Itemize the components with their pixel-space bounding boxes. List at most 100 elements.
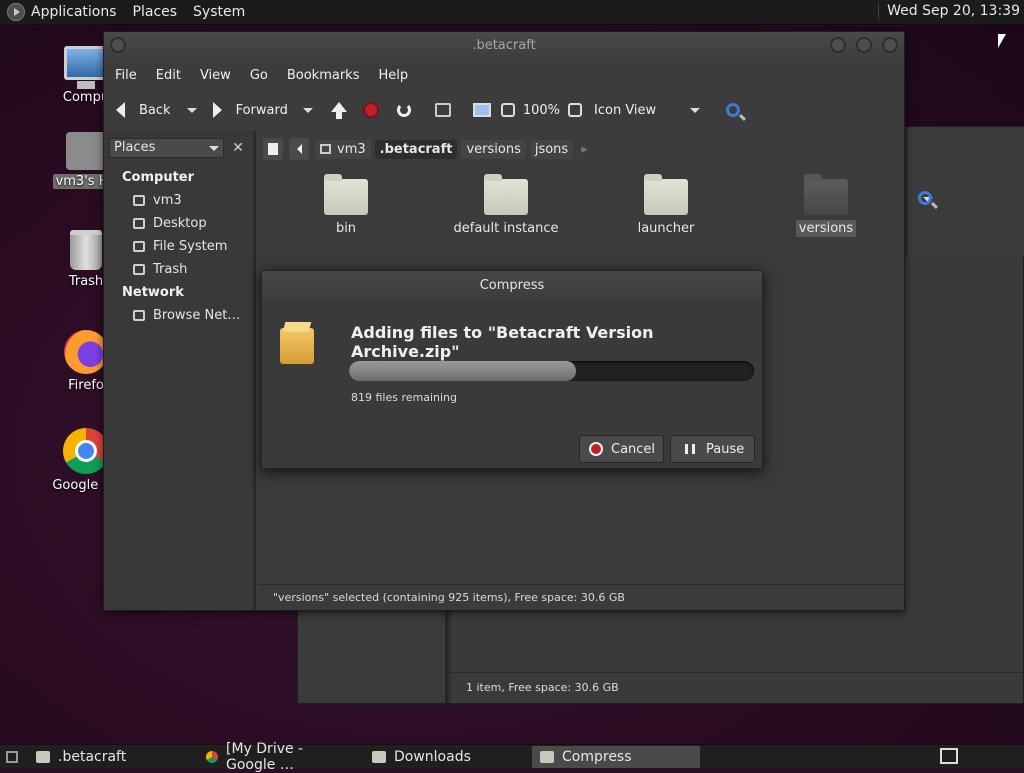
folder-icon [644, 174, 688, 215]
back-arrow-icon [116, 102, 125, 118]
forward-history-dropdown[interactable] [302, 107, 313, 113]
file-item-default-instance[interactable]: default instance [446, 174, 566, 236]
breadcrumb-item[interactable]: vm3 [315, 139, 371, 159]
clock[interactable]: Wed Sep 20, 13:39 [878, 3, 1020, 19]
window-titlebar[interactable]: .betacraft [104, 32, 904, 60]
notification-tray-icon[interactable] [940, 748, 958, 764]
chrome-icon [206, 751, 218, 763]
back-history-dropdown[interactable] [186, 107, 197, 113]
taskbar: .betacraft [My Drive - Google … Download… [0, 741, 1024, 773]
sidebar-combo-label: Places [114, 140, 156, 155]
pause-label: Pause [706, 441, 745, 457]
computer-icon[interactable] [472, 103, 491, 117]
zoom-level: 100% [522, 102, 561, 118]
menu-bookmarks[interactable]: Bookmarks [287, 68, 360, 83]
drive-icon [133, 241, 145, 252]
sidebar-item-trash[interactable]: Trash [133, 262, 187, 277]
reload-icon[interactable] [396, 103, 411, 117]
sidebar-item-label: Browse Net… [153, 308, 241, 323]
breadcrumb-item-active[interactable]: .betacraft [374, 139, 458, 159]
system-menu[interactable]: System [193, 4, 245, 20]
sidebar-item-label: Trash [153, 262, 188, 277]
network-icon [133, 310, 145, 321]
close-button[interactable] [882, 37, 898, 53]
menu-view[interactable]: View [200, 68, 231, 83]
desktop-icon [133, 218, 145, 229]
edit-location-button[interactable] [263, 138, 283, 160]
sidebar-item-label: Desktop [153, 216, 207, 231]
firefox-icon [64, 330, 108, 374]
folder-icon [36, 751, 50, 763]
sidebar-item-desktop[interactable]: Desktop [133, 216, 207, 231]
folder-icon [804, 174, 848, 215]
breadcrumb-item[interactable]: jsons [529, 139, 574, 159]
zoom-in-icon[interactable] [568, 103, 583, 117]
cancel-icon [589, 442, 603, 456]
file-item-bin[interactable]: bin [286, 174, 406, 236]
chevron-right-icon[interactable]: ▸ [581, 142, 588, 157]
stop-icon[interactable] [362, 102, 379, 118]
task-label: .betacraft [58, 749, 127, 765]
progress-bar [349, 361, 754, 381]
distro-logo-icon[interactable] [7, 3, 25, 21]
dialog-title[interactable]: Compress [262, 271, 762, 301]
task-betacraft[interactable]: .betacraft [28, 746, 198, 768]
sidebar-item-vm3[interactable]: vm3 [133, 193, 182, 208]
breadcrumb-item[interactable]: versions [461, 139, 526, 159]
menu-help[interactable]: Help [378, 68, 408, 83]
back-button[interactable]: Back [116, 102, 171, 118]
archive-icon [540, 751, 554, 763]
chevron-down-icon [209, 146, 219, 151]
sidebar-heading-network: Network [122, 285, 184, 300]
top-panel: Applications Places System Wed Sep 20, 1… [0, 0, 1024, 25]
view-mode-select[interactable]: Icon View [594, 103, 656, 118]
pause-icon [685, 444, 695, 454]
up-arrow-icon[interactable] [330, 102, 347, 119]
archive-box-icon [280, 328, 314, 364]
edit-icon [268, 143, 278, 155]
home-icon[interactable] [434, 103, 451, 117]
pause-button[interactable]: Pause [670, 435, 755, 463]
folder-icon [484, 174, 528, 215]
file-item-versions[interactable]: versions [766, 174, 886, 237]
back-label: Back [139, 102, 171, 118]
sidebar-item-browse-network[interactable]: Browse Net… [133, 308, 240, 323]
search-icon [918, 191, 932, 205]
zoom-out-icon[interactable] [500, 103, 515, 117]
forward-label: Forward [235, 102, 288, 118]
task-label: [My Drive - Google … [226, 741, 304, 773]
statusbar: "versions" selected (containing 925 item… [259, 584, 904, 610]
breadcrumb: vm3 .betacraft versions jsons ▸ [259, 131, 904, 167]
minimize-button[interactable] [830, 37, 846, 53]
menu-file[interactable]: File [115, 68, 137, 83]
sidebar-item-file-system[interactable]: File System [133, 239, 227, 254]
menubar: File Edit View Go Bookmarks Help [104, 60, 904, 90]
cancel-button[interactable]: Cancel [579, 435, 664, 463]
task-downloads[interactable]: Downloads [364, 746, 532, 768]
task-google-drive[interactable]: [My Drive - Google … [198, 741, 364, 773]
chevron-left-icon [296, 144, 302, 154]
file-item-launcher[interactable]: launcher [606, 174, 726, 236]
sidebar-places-combo[interactable]: Places [109, 138, 224, 158]
trash-icon [133, 264, 145, 275]
sidebar-item-label: File System [153, 239, 228, 254]
show-desktop-icon[interactable] [6, 751, 18, 763]
search-icon[interactable] [918, 191, 932, 205]
places-menu[interactable]: Places [133, 4, 178, 20]
mouse-cursor-icon [998, 34, 1006, 48]
forward-button[interactable]: Forward [212, 102, 288, 118]
dialog-message: Adding files to "Betacraft Version Archi… [351, 323, 654, 361]
menu-go[interactable]: Go [250, 68, 268, 83]
window-menu-button[interactable] [110, 37, 126, 53]
maximize-button[interactable] [856, 37, 872, 53]
breadcrumb-left-button[interactable] [289, 138, 309, 160]
search-icon[interactable] [726, 103, 741, 117]
chevron-down-icon[interactable] [690, 107, 701, 113]
close-sidebar-icon[interactable]: ✕ [228, 138, 248, 158]
file-label: versions [795, 220, 857, 237]
files-remaining: 819 files remaining [351, 391, 458, 404]
folder-icon [372, 751, 386, 763]
task-compress[interactable]: Compress [532, 746, 700, 768]
applications-menu[interactable]: Applications [31, 4, 117, 20]
menu-edit[interactable]: Edit [156, 68, 181, 83]
